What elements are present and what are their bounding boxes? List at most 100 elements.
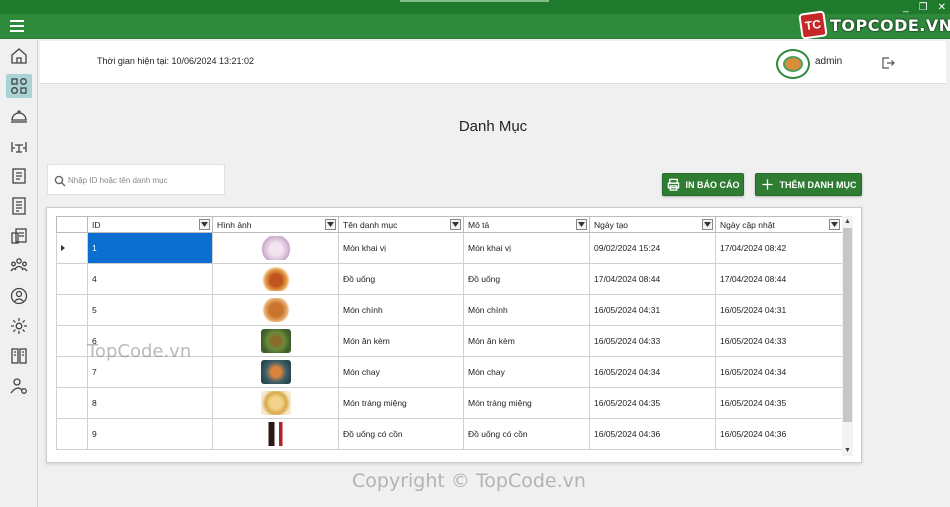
column-header-created[interactable]: Ngày tạo: [589, 216, 716, 233]
hamburger-menu-icon[interactable]: [10, 20, 24, 32]
avatar[interactable]: [776, 49, 810, 79]
cell-id[interactable]: 1: [87, 232, 213, 264]
cell-created[interactable]: 16/05/2024 04:35: [589, 387, 716, 419]
cell-description[interactable]: Món chay: [463, 356, 590, 388]
book-icon[interactable]: [6, 344, 32, 368]
cell-description[interactable]: Món khai vị: [463, 232, 590, 264]
cell-image[interactable]: [212, 232, 339, 264]
filter-dropdown-icon[interactable]: [325, 219, 336, 230]
main-dish-image: [260, 298, 291, 322]
print-report-button[interactable]: IN BÁO CÁO: [662, 173, 744, 196]
cell-created[interactable]: 09/02/2024 15:24: [589, 232, 716, 264]
settings-icon[interactable]: [6, 314, 32, 338]
filter-dropdown-icon[interactable]: [829, 219, 840, 230]
cell-name[interactable]: Món chính: [338, 294, 464, 326]
user-manage-icon[interactable]: [6, 374, 32, 398]
table-row[interactable]: 6 Món ăn kèm Món ăn kèm 16/05/2024 04:33…: [56, 325, 842, 357]
cell-id[interactable]: 7: [87, 356, 213, 388]
table-row[interactable]: 4 Đồ uống Đồ uống 17/04/2024 08:44 17/04…: [56, 263, 842, 295]
table-row[interactable]: 1 Món khai vị Món khai vị 09/02/2024 15:…: [56, 232, 842, 264]
search-input[interactable]: [68, 172, 218, 188]
column-header-image[interactable]: Hình ảnh: [212, 216, 339, 233]
cell-image[interactable]: [212, 294, 339, 326]
column-header-description[interactable]: Mô tả: [463, 216, 590, 233]
avatar-logo-icon: [783, 56, 803, 72]
dish-icon[interactable]: [6, 104, 32, 128]
cell-name[interactable]: Món ăn kèm: [338, 325, 464, 357]
cell-description[interactable]: Món ăn kèm: [463, 325, 590, 357]
cell-updated[interactable]: 16/05/2024 04:36: [715, 418, 842, 450]
cell-created[interactable]: 16/05/2024 04:33: [589, 325, 716, 357]
column-header-name[interactable]: Tên danh mục: [338, 216, 464, 233]
cell-id[interactable]: 9: [87, 418, 213, 450]
logout-icon[interactable]: [880, 55, 896, 71]
cell-updated[interactable]: 16/05/2024 04:35: [715, 387, 842, 419]
cell-updated[interactable]: 16/05/2024 04:31: [715, 294, 842, 326]
cell-name[interactable]: Món khai vị: [338, 232, 464, 264]
plus-icon: [761, 179, 773, 190]
filter-dropdown-icon[interactable]: [199, 219, 210, 230]
table-row[interactable]: 5 Món chính Món chính 16/05/2024 04:31 1…: [56, 294, 842, 326]
cell-image[interactable]: [212, 387, 339, 419]
table-row[interactable]: 9 Đồ uống có cồn Đồ uống có cồn 16/05/20…: [56, 418, 842, 450]
vertical-scrollbar[interactable]: ▲ ▼: [842, 216, 853, 456]
tables-icon[interactable]: [6, 134, 32, 158]
row-header[interactable]: [56, 325, 88, 357]
filter-dropdown-icon[interactable]: [576, 219, 587, 230]
scroll-down-icon[interactable]: ▼: [842, 445, 853, 456]
cell-id[interactable]: 4: [87, 263, 213, 295]
cell-description[interactable]: Đồ uống: [463, 263, 590, 295]
cell-updated[interactable]: 17/04/2024 08:42: [715, 232, 842, 264]
scroll-up-icon[interactable]: ▲: [842, 216, 853, 227]
cell-created[interactable]: 17/04/2024 08:44: [589, 263, 716, 295]
sidebar: [0, 40, 38, 507]
cell-name[interactable]: Đồ uống có cồn: [338, 418, 464, 450]
cell-updated[interactable]: 17/04/2024 08:44: [715, 263, 842, 295]
cell-updated[interactable]: 16/05/2024 04:33: [715, 325, 842, 357]
row-header[interactable]: [56, 387, 88, 419]
row-header[interactable]: [56, 356, 88, 388]
column-header-id[interactable]: ID: [87, 216, 213, 233]
cell-image[interactable]: [212, 325, 339, 357]
cell-image[interactable]: [212, 418, 339, 450]
filter-dropdown-icon[interactable]: [450, 219, 461, 230]
cell-description[interactable]: Đồ uống có cồn: [463, 418, 590, 450]
current-time-label: Thời gian hiện tại: 10/06/2024 13:21:02: [97, 56, 255, 66]
cell-created[interactable]: 16/05/2024 04:36: [589, 418, 716, 450]
brand-logo: TC TOPCODE.VN: [798, 10, 950, 40]
username-label: admin: [815, 56, 843, 67]
table-row[interactable]: 8 Món tráng miệng Món tráng miệng 16/05/…: [56, 387, 842, 419]
column-header-label: Mô tả: [468, 219, 490, 230]
cell-created[interactable]: 16/05/2024 04:34: [589, 356, 716, 388]
search-box[interactable]: [47, 164, 225, 195]
cell-name[interactable]: Đồ uống: [338, 263, 464, 295]
cell-updated[interactable]: 16/05/2024 04:34: [715, 356, 842, 388]
filter-dropdown-icon[interactable]: [702, 219, 713, 230]
row-header[interactable]: [56, 263, 88, 295]
vegetarian-image: [260, 360, 291, 384]
add-category-button[interactable]: THÊM DANH MỤC: [755, 173, 862, 196]
row-header[interactable]: [56, 418, 88, 450]
cell-description[interactable]: Món tráng miệng: [463, 387, 590, 419]
table-row[interactable]: 7 Món chay Món chay 16/05/2024 04:34 16/…: [56, 356, 842, 388]
cell-name[interactable]: Món tráng miệng: [338, 387, 464, 419]
category-grid-icon[interactable]: [6, 74, 32, 98]
menu-board-icon[interactable]: [6, 164, 32, 188]
cell-id[interactable]: 5: [87, 294, 213, 326]
account-icon[interactable]: [6, 284, 32, 308]
invoice-icon[interactable]: [6, 194, 32, 218]
home-icon[interactable]: [6, 44, 32, 68]
staff-icon[interactable]: [6, 254, 32, 278]
report-icon[interactable]: [6, 224, 32, 248]
cell-image[interactable]: [212, 263, 339, 295]
cell-created[interactable]: 16/05/2024 04:31: [589, 294, 716, 326]
cell-name[interactable]: Món chay: [338, 356, 464, 388]
cell-id[interactable]: 8: [87, 387, 213, 419]
column-header-updated[interactable]: Ngày cập nhật: [715, 216, 842, 233]
cell-id[interactable]: 6: [87, 325, 213, 357]
row-header[interactable]: [56, 232, 88, 264]
row-header[interactable]: [56, 294, 88, 326]
cell-description[interactable]: Món chính: [463, 294, 590, 326]
scrollbar-thumb[interactable]: [843, 228, 852, 422]
cell-image[interactable]: [212, 356, 339, 388]
